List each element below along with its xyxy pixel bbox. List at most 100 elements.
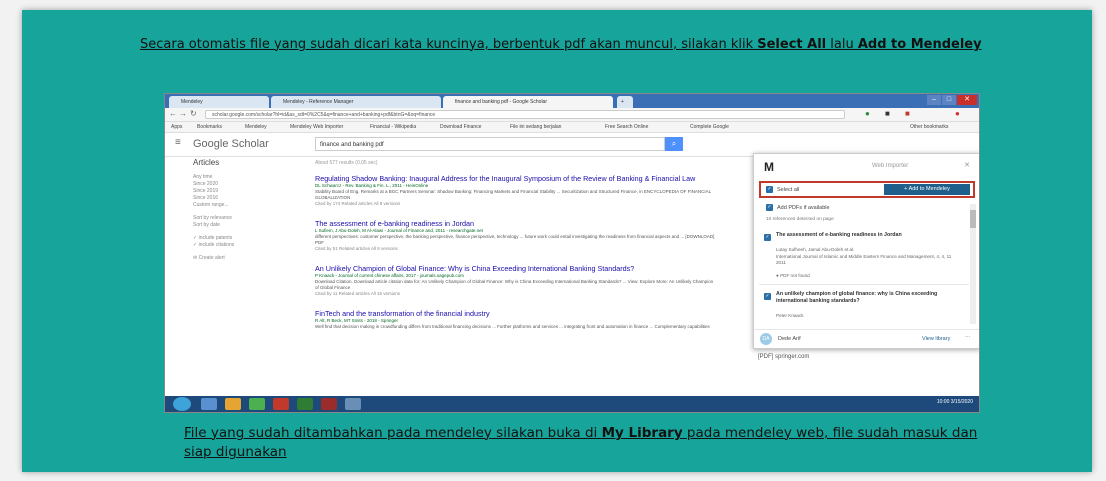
profile-icon[interactable]: ● xyxy=(955,109,960,118)
scholar-search-input[interactable]: finance and banking pdf xyxy=(315,137,665,151)
result-title[interactable]: FinTech and the transformation of the fi… xyxy=(315,309,715,318)
bookmark-item[interactable]: Complete Google xyxy=(690,122,729,132)
top-caption-text: Secara otomatis file yang sudah dicari k… xyxy=(140,37,758,52)
bottom-caption-text: File yang sudah ditambahkan pada mendele… xyxy=(184,425,602,441)
mendeley-extension-icon[interactable]: ■ xyxy=(885,109,890,118)
result-item: The assessment of e-banking readiness in… xyxy=(315,219,715,252)
result-snippet: Stability Board of Eng. Remarks at a BGC… xyxy=(315,189,712,200)
reference-checkbox[interactable]: ✓ xyxy=(764,234,771,241)
result-title[interactable]: An Unlikely Champion of Global Finance: … xyxy=(315,264,715,273)
bookmark-item[interactable]: Mendeley xyxy=(245,122,267,132)
add-pdfs-checkbox[interactable]: ✓ xyxy=(766,204,773,211)
references-detected-note: 10 references detected on page xyxy=(766,217,834,222)
sort-by-date[interactable]: Sort by date xyxy=(193,222,293,229)
reference-checkbox[interactable]: ✓ xyxy=(764,293,771,300)
filter-since-2016[interactable]: Since 2016 xyxy=(193,195,293,202)
reload-icon[interactable]: ↻ xyxy=(190,109,197,118)
chrome-icon[interactable] xyxy=(249,398,265,410)
include-patents-checkbox[interactable]: ✓ include patents xyxy=(193,235,293,242)
bookmark-item[interactable]: Financial - Wikipedia xyxy=(370,122,416,132)
bookmark-item[interactable]: Other bookmarks xyxy=(910,122,948,132)
bookmark-item[interactable]: Bookmarks xyxy=(197,122,222,132)
maximize-icon[interactable]: □ xyxy=(942,95,956,105)
scholar-filter-sidebar: Any time Since 2020 Since 2019 Since 201… xyxy=(193,174,293,262)
springer-pdf-link[interactable]: [PDF] springer.com xyxy=(758,354,809,360)
start-button[interactable] xyxy=(173,397,191,411)
excel-icon[interactable] xyxy=(297,398,313,410)
bottom-caption: File yang sudah ditambahkan pada mendele… xyxy=(184,424,1004,462)
filter-any-time[interactable]: Any time xyxy=(193,174,293,181)
bookmark-item[interactable]: Free Search Online xyxy=(605,122,648,132)
app-icon-2[interactable] xyxy=(345,398,361,410)
mendeley-icon[interactable] xyxy=(321,398,337,410)
result-snippet: Download Citation. Download article cita… xyxy=(315,279,714,290)
result-title[interactable]: Regulating Shadow Banking: Inaugural Add… xyxy=(315,174,715,183)
bookmark-item[interactable]: Download Finance xyxy=(440,122,481,132)
browser-tab-2[interactable]: Mendeley - Reference Manager xyxy=(271,96,441,108)
result-links[interactable]: Cited by 174 Related articles All 8 vers… xyxy=(315,201,715,207)
app-icon[interactable] xyxy=(273,398,289,410)
close-icon[interactable]: ✕ xyxy=(964,161,970,169)
result-snippet: different perspectives: customer perspec… xyxy=(315,234,715,245)
reference-journal: International Journal of Islamic and Mid… xyxy=(776,254,952,265)
window-controls: – □ ✕ xyxy=(927,95,977,105)
include-citations-checkbox[interactable]: ✓ include citations xyxy=(193,242,293,249)
create-alert-link[interactable]: ✉ Create alert xyxy=(193,255,293,262)
hamburger-menu-icon[interactable]: ≡ xyxy=(175,137,181,148)
search-icon: ⌕ xyxy=(671,139,677,148)
browser-tab-3[interactable]: finance and banking pdf - Google Scholar xyxy=(443,96,613,108)
result-item: Regulating Shadow Banking: Inaugural Add… xyxy=(315,174,715,207)
bookmark-item[interactable]: Apps xyxy=(171,122,182,132)
bookmark-item[interactable]: File ini sedang berjalan xyxy=(510,122,561,132)
top-caption: Secara otomatis file yang sudah dicari k… xyxy=(140,36,1000,53)
add-pdfs-label[interactable]: Add PDFs if available xyxy=(777,205,830,211)
result-item: An Unlikely Champion of Global Finance: … xyxy=(315,264,715,297)
browser-tab-1[interactable]: Mendeley xyxy=(169,96,269,108)
forward-icon[interactable]: → xyxy=(179,109,187,118)
reference-title: An unlikely champion of global finance: … xyxy=(776,291,938,304)
add-to-mendeley-button[interactable]: + Add to Mendeley xyxy=(884,184,970,195)
avatar[interactable]: DA xyxy=(760,333,772,345)
new-tab-button[interactable]: + xyxy=(617,96,633,108)
back-icon[interactable]: ← xyxy=(169,109,177,118)
divider xyxy=(759,284,969,285)
close-icon[interactable]: ✕ xyxy=(957,95,977,105)
articles-label[interactable]: Articles xyxy=(193,158,219,167)
result-links[interactable]: Cited by 51 Related articles All 8 versi… xyxy=(315,246,715,252)
importer-footer: DA Dede Arif View library ⋯ xyxy=(754,329,979,348)
top-caption-select-all: Select All xyxy=(757,37,827,52)
filter-custom-range[interactable]: Custom range... xyxy=(193,202,293,209)
sort-by-relevance[interactable]: Sort by relevance xyxy=(193,215,293,222)
taskbar-clock[interactable]: 10:00 3/15/2020 xyxy=(937,399,973,405)
explorer-icon[interactable] xyxy=(201,398,217,410)
importer-title: Web Importer xyxy=(872,163,909,169)
include-patents-label: include patents xyxy=(198,235,233,241)
media-icon[interactable] xyxy=(225,398,241,410)
url-input[interactable]: scholar.google.com/scholar?hl=id&as_sdt=… xyxy=(205,110,845,119)
pdf-icon: ● xyxy=(776,273,779,278)
minimize-icon[interactable]: – xyxy=(927,95,941,105)
reference-authors: Lutay Sufheeh, Jamal Abu-Doleh et al. xyxy=(776,247,855,252)
user-name: Dede Arif xyxy=(778,336,801,342)
windows-taskbar: 10:00 3/15/2020 xyxy=(165,396,979,412)
address-bar-row: ← → ↻ scholar.google.com/scholar?hl=id&a… xyxy=(165,108,979,122)
extension-icon[interactable]: ● xyxy=(865,109,870,118)
filter-since-2020[interactable]: Since 2020 xyxy=(193,181,293,188)
bookmark-item[interactable]: Mendeley Web Importer xyxy=(290,122,343,132)
importer-scrollbar-thumb[interactable] xyxy=(970,210,976,228)
result-snippet: Well find that decision making in crowdf… xyxy=(315,324,710,329)
view-library-link[interactable]: View library xyxy=(922,336,950,342)
top-caption-text-2: lalu xyxy=(826,37,858,52)
search-button[interactable]: ⌕ xyxy=(665,137,683,151)
select-all-label[interactable]: Select all xyxy=(777,187,799,193)
slide-background: Secara otomatis file yang sudah dicari k… xyxy=(22,10,1092,472)
google-scholar-logo[interactable]: Google Scholar xyxy=(193,138,269,150)
browser-screenshot: Mendeley Mendeley - Reference Manager fi… xyxy=(164,93,980,413)
more-options-icon[interactable]: ⋯ xyxy=(965,335,971,341)
filter-since-2019[interactable]: Since 2019 xyxy=(193,188,293,195)
result-links[interactable]: Cited by 11 Related articles All 15 vers… xyxy=(315,291,715,297)
result-item: FinTech and the transformation of the fi… xyxy=(315,309,715,330)
select-all-checkbox[interactable]: ✓ xyxy=(766,186,773,193)
result-title[interactable]: The assessment of e-banking readiness in… xyxy=(315,219,715,228)
extension-icon-2[interactable]: ■ xyxy=(905,109,910,118)
